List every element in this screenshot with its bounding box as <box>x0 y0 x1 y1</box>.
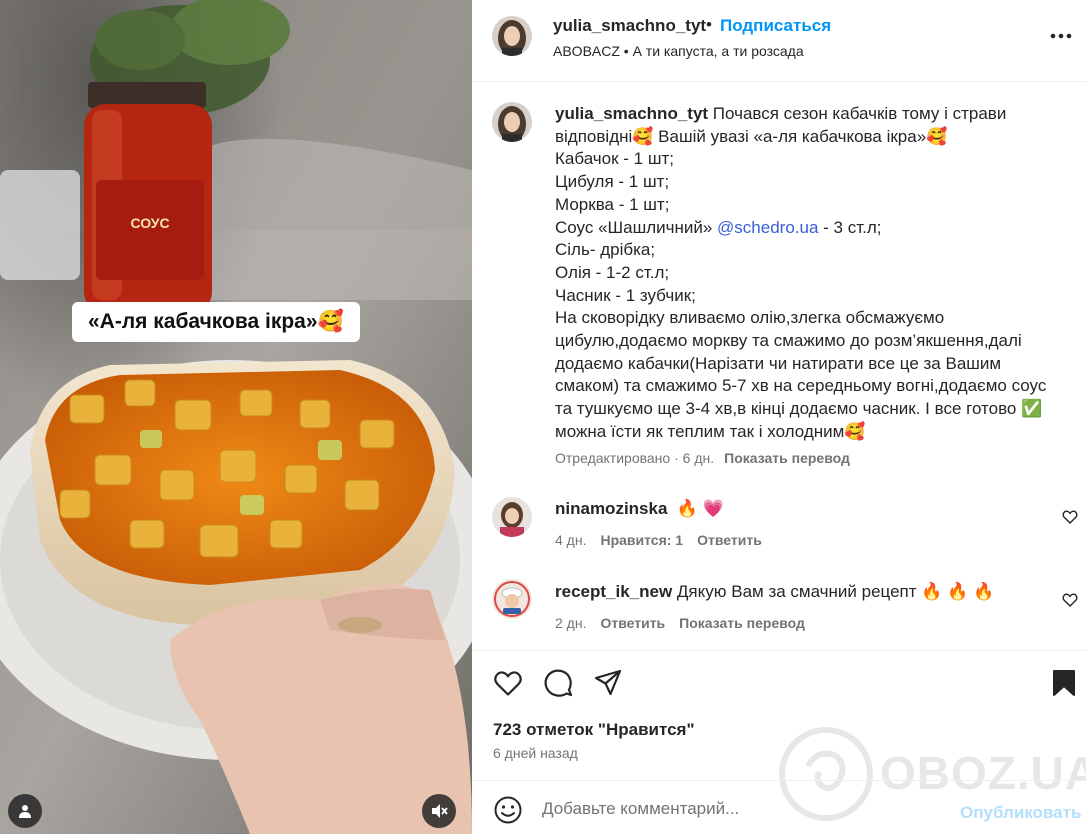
post-timestamp[interactable]: 6 дней назад <box>493 745 578 761</box>
caption-line: смаком) та смажимо 5-7 хв на середньому … <box>555 376 1047 396</box>
post-details-panel: yulia_smachno_tyt • Подписаться ABOBACZ … <box>472 0 1086 834</box>
caption-line: Олія - 1-2 ст.л; <box>555 262 670 282</box>
caption-line: - 3 ст.л; <box>818 217 882 237</box>
comment-button[interactable] <box>542 667 574 699</box>
video-overlay-caption: «А-ля кабачкова ікра»🥰 <box>72 302 360 342</box>
svg-text:СОУС: СОУС <box>130 215 169 231</box>
post-header: yulia_smachno_tyt • Подписаться ABOBACZ … <box>472 0 1086 82</box>
comment-body: 🔥 💗 <box>676 499 724 518</box>
comment-username[interactable]: recept_ik_new <box>555 582 672 601</box>
comment-input[interactable] <box>542 795 952 823</box>
emoji-button[interactable] <box>493 795 523 825</box>
caption-line: Морква - 1 шт; <box>555 194 670 214</box>
caption-line: відповідні🥰 Вашій увазі «а-ля кабачкова … <box>555 126 948 146</box>
comment-like-heart-icon[interactable] <box>1062 509 1078 525</box>
comment-icon <box>544 669 573 697</box>
caption-line: Сіль- дрібка; <box>555 240 656 260</box>
comment-likes[interactable]: Нравится: 1 <box>600 532 683 548</box>
comment-body: Дякую Вам за смачний рецепт 🔥 🔥 🔥 <box>676 582 995 601</box>
caption-author-avatar[interactable] <box>492 102 532 142</box>
caption-line: Соус «Шашличний» <box>555 217 718 237</box>
post-actions: 723 отметок "Нравится" 6 дней назад <box>472 650 1086 780</box>
post-media[interactable]: СОУС «А-ля кабачкова ікра»🥰 <box>0 0 472 834</box>
user-icon <box>19 805 31 818</box>
bookmark-icon <box>1053 670 1075 696</box>
emoji-icon <box>494 796 522 824</box>
commenter-avatar[interactable] <box>492 579 532 619</box>
mute-button[interactable] <box>422 794 456 828</box>
caption-line: додаємо кабачки(Нарізати чи натирати все… <box>555 353 1002 373</box>
comment-time[interactable]: 4 дн. <box>555 532 586 548</box>
like-button[interactable] <box>492 667 524 699</box>
add-comment-bar: Опубликовать <box>472 780 1086 834</box>
save-button[interactable] <box>1048 667 1080 699</box>
publish-button[interactable]: Опубликовать <box>960 803 1081 823</box>
share-button[interactable] <box>592 667 624 699</box>
caption-username[interactable]: yulia_smachno_tyt <box>555 104 708 123</box>
comments-section[interactable]: yulia_smachno_tyt Почався сезон кабачків… <box>472 83 1086 649</box>
mention-link[interactable]: @schedro.ua <box>717 218 818 237</box>
caption-meta: Отредактировано · 6 дн. Показать перевод <box>555 450 850 466</box>
translate-comment-button[interactable]: Показать перевод <box>679 615 805 631</box>
caption-line: На сковорідку вливаємо олію,злегка обсма… <box>555 308 945 328</box>
commenter-avatar[interactable] <box>492 497 532 537</box>
comment-meta: 2 дн. Ответить Показать перевод <box>555 615 805 631</box>
comment-like-heart-icon[interactable] <box>1062 592 1078 608</box>
reply-button[interactable]: Ответить <box>697 532 762 548</box>
comment-time[interactable]: 2 дн. <box>555 615 586 631</box>
separator-dot: • <box>706 15 712 34</box>
likes-count[interactable]: 723 отметок "Нравится" <box>493 720 695 740</box>
caption-line: Кабачок - 1 шт; <box>555 149 674 169</box>
edited-label: Отредактировано <box>555 450 671 466</box>
comment-meta: 4 дн. Нравится: 1 Ответить <box>555 532 762 548</box>
food-photo: СОУС <box>0 0 472 834</box>
more-options-button[interactable] <box>1048 24 1074 48</box>
heart-icon <box>494 671 522 696</box>
caption-time[interactable]: · 6 дн. <box>670 450 714 466</box>
audio-track-link[interactable]: ABOBACZ • А ти капуста, а ти розсада <box>553 43 804 59</box>
translate-caption-button[interactable]: Показать перевод <box>724 450 850 466</box>
reply-button[interactable]: Ответить <box>600 615 665 631</box>
caption-line: цибулю,додаємо моркву та смажимо до розм… <box>555 331 1022 351</box>
comment-username[interactable]: ninamozinska <box>555 499 667 518</box>
comment-text: recept_ik_new Дякую Вам за смачний рецеп… <box>555 582 994 602</box>
author-username[interactable]: yulia_smachno_tyt <box>553 16 706 36</box>
more-icon <box>1050 33 1072 39</box>
comment-text: ninamozinska 🔥 💗 <box>555 499 724 519</box>
muted-speaker-icon <box>432 804 448 818</box>
author-avatar[interactable] <box>492 16 532 56</box>
tagged-users-button[interactable] <box>8 794 42 828</box>
caption-line: Часник - 1 зубчик; <box>555 285 696 305</box>
caption-line: Цибуля - 1 шт; <box>555 172 670 192</box>
follow-button[interactable]: Подписаться <box>720 16 831 36</box>
caption-line: та тушкуємо ще 3-4 хв,в кінці додаємо ча… <box>555 399 1043 419</box>
post-caption: yulia_smachno_tyt Почався сезон кабачків… <box>555 103 1065 444</box>
caption-line: можна їсти як теплим так і холодним🥰 <box>555 421 866 441</box>
paper-plane-icon <box>594 669 622 696</box>
caption-line: Почався сезон кабачків тому і страви <box>712 104 1007 123</box>
